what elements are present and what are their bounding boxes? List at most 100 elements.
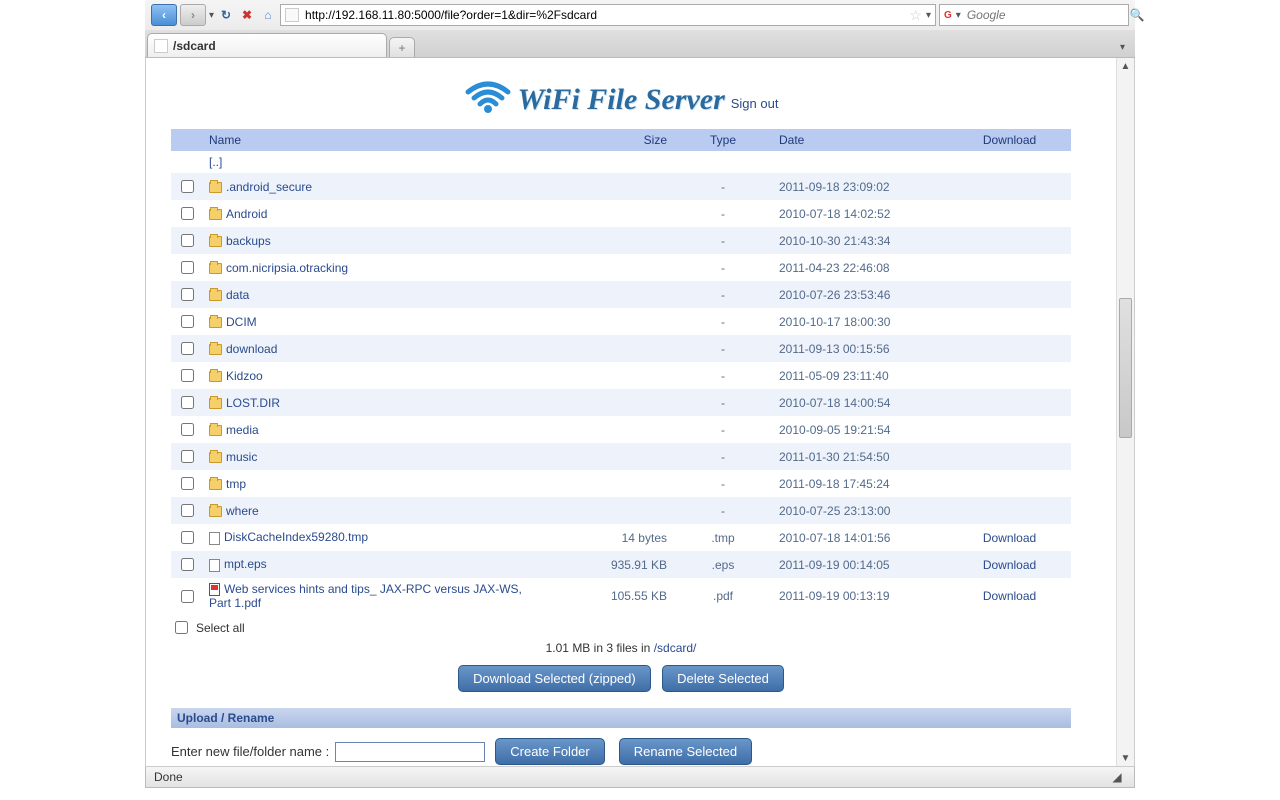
row-checkbox[interactable] <box>181 590 194 603</box>
row-checkbox[interactable] <box>181 558 194 571</box>
back-button[interactable]: ‹ <box>151 4 177 26</box>
select-all-checkbox[interactable] <box>175 621 188 634</box>
file-name-link[interactable]: Android <box>226 207 267 221</box>
folder-icon <box>209 290 222 301</box>
file-type: - <box>673 470 773 497</box>
file-name-link[interactable]: data <box>226 288 249 302</box>
file-name-link[interactable]: media <box>226 423 259 437</box>
file-type: - <box>673 173 773 200</box>
row-checkbox[interactable] <box>181 342 194 355</box>
url-dropdown-icon[interactable]: ▾ <box>926 10 931 21</box>
search-engine-dropdown-icon[interactable]: ▾ <box>956 10 961 21</box>
row-checkbox[interactable] <box>181 450 194 463</box>
file-size <box>543 281 673 308</box>
table-row: DiskCacheIndex59280.tmp14 bytes.tmp2010-… <box>171 524 1071 551</box>
new-name-input[interactable] <box>335 742 485 762</box>
url-input[interactable] <box>303 7 905 23</box>
download-selected-button[interactable]: Download Selected (zipped) <box>458 665 651 692</box>
parent-row[interactable]: [..] <box>171 151 1071 173</box>
search-go-icon[interactable]: 🔍 <box>1130 8 1145 22</box>
file-name-link[interactable]: where <box>226 504 259 518</box>
file-date: 2011-05-09 23:11:40 <box>773 362 948 389</box>
new-tab-button[interactable]: + <box>389 37 415 57</box>
row-checkbox[interactable] <box>181 288 194 301</box>
file-size <box>543 389 673 416</box>
col-download[interactable]: Download <box>948 129 1071 151</box>
row-checkbox[interactable] <box>181 234 194 247</box>
col-type[interactable]: Type <box>673 129 773 151</box>
row-checkbox[interactable] <box>181 180 194 193</box>
bookmark-star-icon[interactable]: ☆ <box>909 7 922 24</box>
search-input[interactable] <box>965 7 1126 23</box>
col-name[interactable]: Name <box>203 129 543 151</box>
row-checkbox[interactable] <box>181 531 194 544</box>
download-link[interactable]: Download <box>983 531 1036 545</box>
folder-icon <box>209 263 222 274</box>
create-folder-button[interactable]: Create Folder <box>495 738 604 765</box>
row-checkbox[interactable] <box>181 504 194 517</box>
file-date: 2010-07-26 23:53:46 <box>773 281 948 308</box>
download-link[interactable]: Download <box>983 558 1036 572</box>
browser-chrome: ‹ › ▾ ↻ ✖ ⌂ ☆ ▾ G ▾ 🔍 /sdcard + ▾ <box>145 0 1135 58</box>
table-row: tmp -2011-09-18 17:45:24 <box>171 470 1071 497</box>
file-name-link[interactable]: Kidzoo <box>226 369 263 383</box>
file-size: 105.55 KB <box>543 578 673 614</box>
table-row: media-2010-09-05 19:21:54 <box>171 416 1071 443</box>
file-name-link[interactable]: DCIM <box>226 315 257 329</box>
table-row: .android_secure-2011-09-18 23:09:02 <box>171 173 1071 200</box>
rename-selected-button[interactable]: Rename Selected <box>619 738 752 765</box>
file-date: 2011-01-30 21:54:50 <box>773 443 948 470</box>
row-checkbox[interactable] <box>181 396 194 409</box>
viewport: ▲ ▼ WiFi File Server Sign out Name <box>145 58 1135 766</box>
table-row: where-2010-07-25 23:13:00 <box>171 497 1071 524</box>
file-name-link[interactable]: backups <box>226 234 271 248</box>
file-date: 2011-09-18 17:45:24 <box>773 470 948 497</box>
select-all-label: Select all <box>196 621 245 635</box>
folder-icon <box>209 398 222 409</box>
file-table: Name Size Type Date Download [..] .andro… <box>171 129 1071 614</box>
col-date[interactable]: Date <box>773 129 948 151</box>
file-name-link[interactable]: music <box>226 450 257 464</box>
parent-link[interactable]: [..] <box>203 151 543 173</box>
search-box[interactable]: G ▾ 🔍 <box>939 4 1129 26</box>
scroll-down-icon[interactable]: ▼ <box>1117 750 1134 766</box>
download-link[interactable]: Download <box>983 589 1036 603</box>
row-checkbox[interactable] <box>181 423 194 436</box>
folder-icon <box>209 506 222 517</box>
sign-out-link[interactable]: Sign out <box>731 96 779 117</box>
file-type: - <box>673 200 773 227</box>
select-all-row: Select all <box>171 618 1071 637</box>
history-dropdown-icon[interactable]: ▾ <box>209 10 214 21</box>
file-name-link[interactable]: com.nicripsia.otracking <box>226 261 348 275</box>
home-icon[interactable]: ⌂ <box>259 6 277 24</box>
reload-icon[interactable]: ↻ <box>217 6 235 24</box>
stop-icon[interactable]: ✖ <box>238 6 256 24</box>
row-checkbox[interactable] <box>181 261 194 274</box>
file-name-link[interactable]: DiskCacheIndex59280.tmp <box>224 530 368 544</box>
row-checkbox[interactable] <box>181 477 194 490</box>
col-check <box>171 129 203 151</box>
status-resize-icon[interactable]: ◢ <box>1108 770 1126 784</box>
file-name-link[interactable]: LOST.DIR <box>226 396 280 410</box>
tab-sdcard[interactable]: /sdcard <box>147 33 387 57</box>
file-size <box>543 200 673 227</box>
scroll-thumb[interactable] <box>1119 298 1132 438</box>
file-name-link[interactable]: Web services hints and tips_ JAX-RPC ver… <box>209 582 522 610</box>
row-checkbox[interactable] <box>181 369 194 382</box>
col-size[interactable]: Size <box>543 129 673 151</box>
file-name-link[interactable]: tmp <box>226 477 246 491</box>
forward-button[interactable]: › <box>180 4 206 26</box>
file-name-link[interactable]: .android_secure <box>226 180 312 194</box>
tab-list-dropdown-icon[interactable]: ▾ <box>1116 38 1129 57</box>
file-name-link[interactable]: download <box>226 342 277 356</box>
delete-selected-button[interactable]: Delete Selected <box>662 665 784 692</box>
table-row: DCIM-2010-10-17 18:00:30 <box>171 308 1071 335</box>
row-checkbox[interactable] <box>181 207 194 220</box>
vertical-scrollbar[interactable]: ▲ ▼ <box>1116 58 1134 766</box>
scroll-up-icon[interactable]: ▲ <box>1117 58 1134 74</box>
file-name-link[interactable]: mpt.eps <box>224 557 267 571</box>
row-checkbox[interactable] <box>181 315 194 328</box>
table-row: Kidzoo-2011-05-09 23:11:40 <box>171 362 1071 389</box>
url-bar[interactable]: ☆ ▾ <box>280 4 936 26</box>
file-size <box>543 227 673 254</box>
